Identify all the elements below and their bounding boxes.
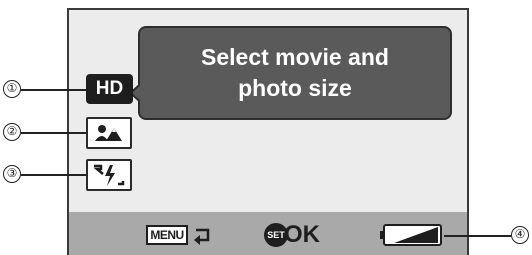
callout-2: ②: [3, 123, 21, 141]
tooltip-line-2: photo size: [238, 75, 352, 101]
tooltip: Select movie and photo size: [138, 26, 452, 120]
callout-3: ③: [3, 165, 21, 183]
scene-select-icon[interactable]: [86, 117, 132, 149]
callout-2-leader: [21, 132, 86, 134]
flash-icon[interactable]: [86, 159, 132, 191]
tooltip-line-1: Select movie and: [201, 44, 389, 70]
scene-select-glyph: [95, 125, 122, 141]
callout-1-leader: [21, 89, 86, 91]
callout-4: ④: [511, 226, 529, 244]
callout-1: ①: [3, 80, 21, 98]
battery-icon: [380, 224, 442, 246]
callout-3-leader: [21, 174, 86, 176]
callout-4-leader: [444, 235, 511, 237]
camera-screen-diagram: Select movie and photo size HD MENU SET …: [0, 0, 532, 255]
hd-icon[interactable]: HD: [86, 74, 133, 104]
tooltip-pointer-fill: [132, 85, 141, 101]
menu-button[interactable]: MENU: [146, 225, 188, 245]
flash-glyph: [93, 164, 125, 186]
return-arrow-icon: [194, 228, 210, 245]
ok-label: OK: [284, 221, 320, 248]
